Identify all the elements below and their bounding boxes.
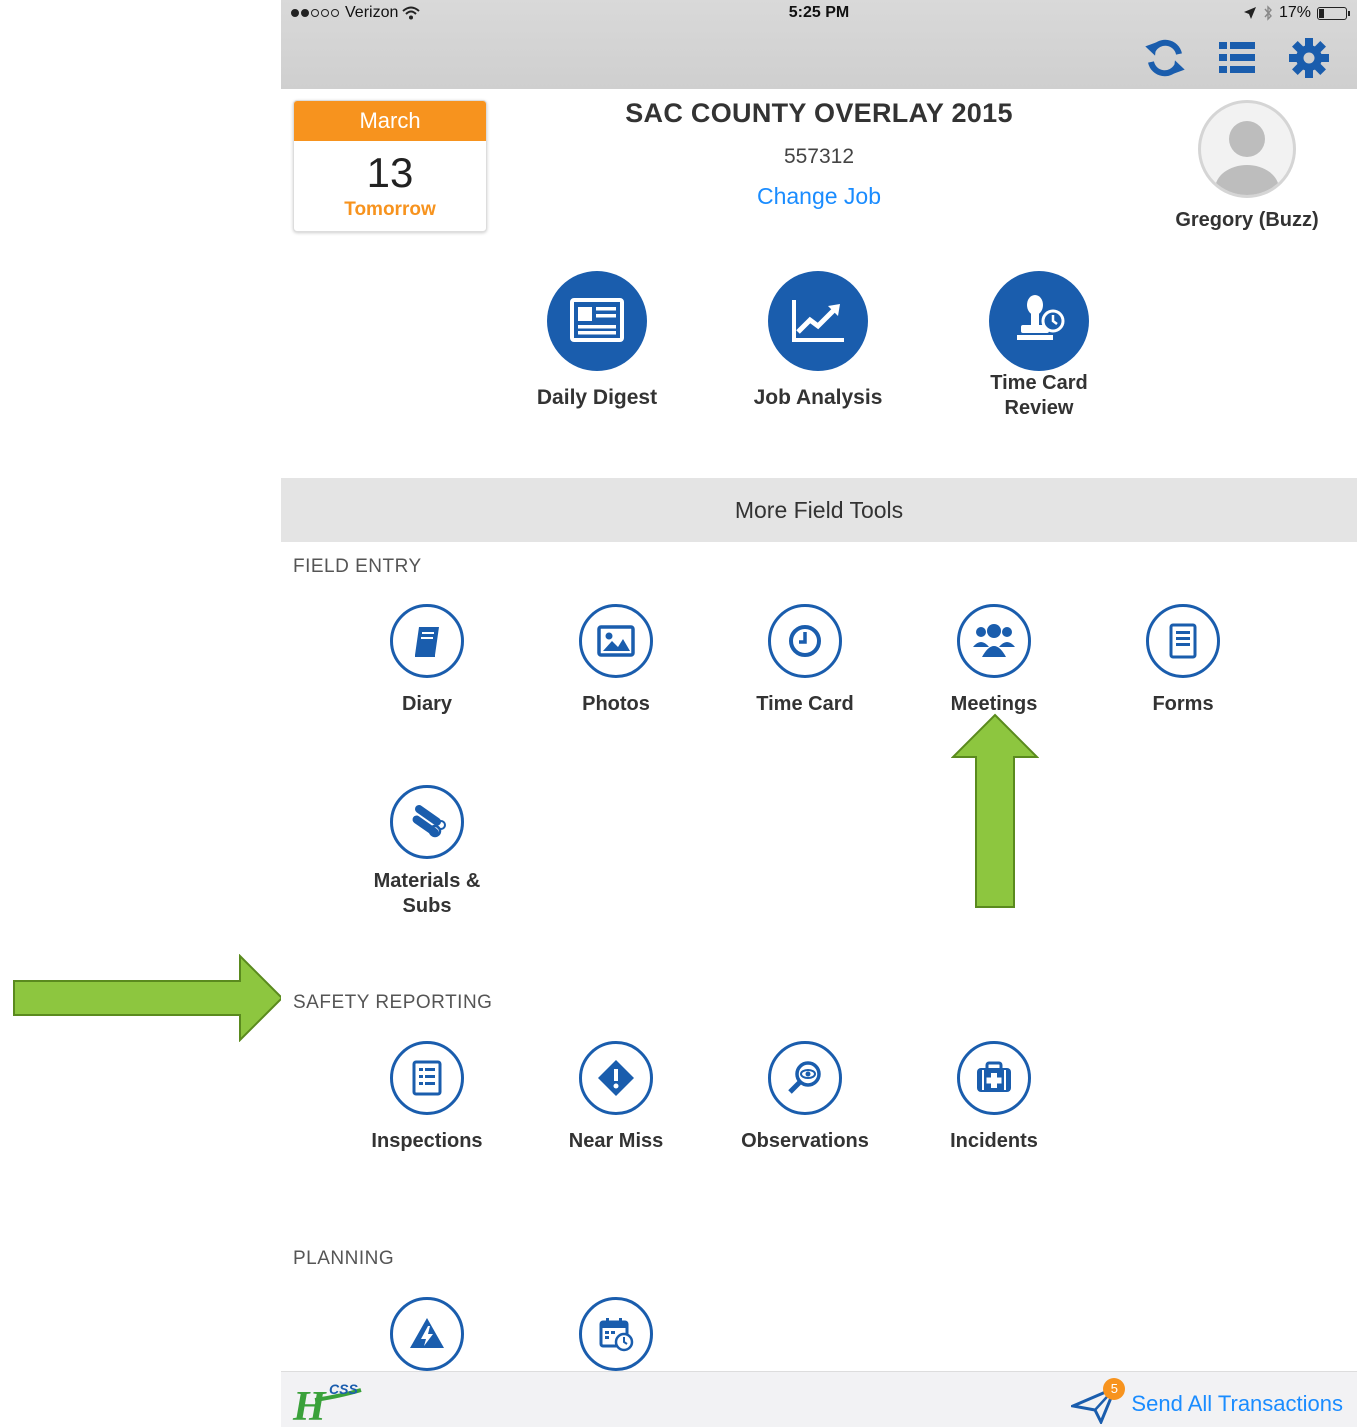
magnifier-eye-icon xyxy=(768,1041,842,1115)
materials-subs-label: Materials & Subs xyxy=(373,870,481,917)
clock-time: 5:25 PM xyxy=(788,4,850,21)
observations-button[interactable]: Observations xyxy=(725,1041,885,1154)
svg-text:H: H xyxy=(292,1384,327,1424)
planning-hazard-button[interactable] xyxy=(347,1297,507,1371)
materials-icon xyxy=(390,785,464,859)
callout-arrow-up xyxy=(951,713,1039,908)
job-analysis-label: Job Analysis xyxy=(753,386,883,409)
gear-icon[interactable] xyxy=(1287,36,1331,80)
forms-button[interactable]: Forms xyxy=(1103,604,1263,717)
change-job-link[interactable]: Change Job xyxy=(757,183,881,210)
time-card-label: Time Card xyxy=(756,693,854,715)
planning-schedule-button[interactable] xyxy=(536,1297,696,1371)
avatar[interactable] xyxy=(1198,100,1296,198)
status-bar: Verizon 5:25 PM 17% xyxy=(281,0,1357,28)
clock-icon xyxy=(768,604,842,678)
date-selector[interactable]: March 13 Tomorrow xyxy=(293,100,487,232)
date-day: 13 xyxy=(366,149,414,196)
battery-percent: 17% xyxy=(1278,4,1311,21)
daily-digest-button[interactable]: Daily Digest xyxy=(497,271,697,410)
observations-label: Observations xyxy=(741,1130,869,1152)
incidents-button[interactable]: Incidents xyxy=(914,1041,1074,1154)
job-header: SAC COUNTY OVERLAY 2015 557312 Change Jo… xyxy=(531,98,1107,210)
inspections-label: Inspections xyxy=(371,1130,483,1152)
calendar-clock-icon xyxy=(579,1297,653,1371)
sync-icon[interactable] xyxy=(1143,36,1187,80)
photos-label: Photos xyxy=(582,693,650,715)
inspections-button[interactable]: Inspections xyxy=(347,1041,507,1154)
field-entry-heading: FIELD ENTRY xyxy=(293,556,422,577)
near-miss-label: Near Miss xyxy=(568,1130,664,1152)
stamp-icon xyxy=(989,271,1089,371)
list-icon[interactable] xyxy=(1215,36,1259,80)
hazard-triangle-icon xyxy=(390,1297,464,1371)
image-icon xyxy=(579,604,653,678)
form-icon xyxy=(1146,604,1220,678)
diary-button[interactable]: Diary xyxy=(347,604,507,717)
materials-subs-button[interactable]: Materials & Subs xyxy=(347,785,507,919)
send-all-transactions-button[interactable]: 5 Send All Transactions xyxy=(1068,1378,1343,1426)
time-card-button[interactable]: Time Card xyxy=(725,604,885,717)
book-icon xyxy=(390,604,464,678)
photos-button[interactable]: Photos xyxy=(536,604,696,717)
toolbar-actions xyxy=(1143,36,1331,80)
safety-reporting-heading: SAFETY REPORTING xyxy=(293,992,493,1013)
warning-diamond-icon xyxy=(579,1041,653,1115)
checklist-icon xyxy=(390,1041,464,1115)
time-card-review-label: Time Card Review xyxy=(990,372,1088,419)
user-silhouette-icon xyxy=(1215,121,1279,195)
more-field-tools-header: More Field Tools xyxy=(281,478,1357,542)
incidents-label: Incidents xyxy=(950,1130,1038,1152)
location-arrow-icon xyxy=(1243,7,1256,19)
planning-heading: PLANNING xyxy=(293,1248,395,1269)
job-number: 557312 xyxy=(783,145,855,168)
job-analysis-button[interactable]: Job Analysis xyxy=(718,271,918,410)
meetings-button[interactable]: Meetings xyxy=(914,604,1074,717)
date-relative: Tomorrow xyxy=(344,199,436,220)
time-card-review-button[interactable]: Time Card Review xyxy=(939,271,1139,423)
send-all-label: Send All Transactions xyxy=(1131,1391,1343,1416)
app-window: Verizon 5:25 PM 17% March 13 Tomorrow SA… xyxy=(281,0,1357,1427)
forms-label: Forms xyxy=(1152,693,1214,715)
near-miss-button[interactable]: Near Miss xyxy=(536,1041,696,1154)
bluetooth-icon xyxy=(1264,5,1272,21)
callout-arrow-right xyxy=(13,954,284,1042)
hcss-logo: H CSS xyxy=(292,1381,362,1424)
group-icon xyxy=(957,604,1031,678)
svg-text:CSS: CSS xyxy=(329,1381,358,1397)
status-right: 17% xyxy=(1243,4,1350,22)
diary-label: Diary xyxy=(401,693,453,715)
line-chart-icon xyxy=(768,271,868,371)
first-aid-icon xyxy=(957,1041,1031,1115)
newspaper-icon xyxy=(547,271,647,371)
daily-digest-label: Daily Digest xyxy=(536,386,658,409)
date-month: March xyxy=(294,101,486,141)
footer-bar: H CSS 5 Send All Transactions xyxy=(281,1371,1357,1427)
paper-plane-icon: 5 xyxy=(1068,1378,1126,1426)
user-profile[interactable]: Gregory (Buzz) xyxy=(1161,100,1333,232)
user-name: Gregory (Buzz) xyxy=(1175,209,1319,231)
battery-icon xyxy=(1317,6,1350,20)
job-title: SAC COUNTY OVERLAY 2015 xyxy=(625,98,1013,128)
